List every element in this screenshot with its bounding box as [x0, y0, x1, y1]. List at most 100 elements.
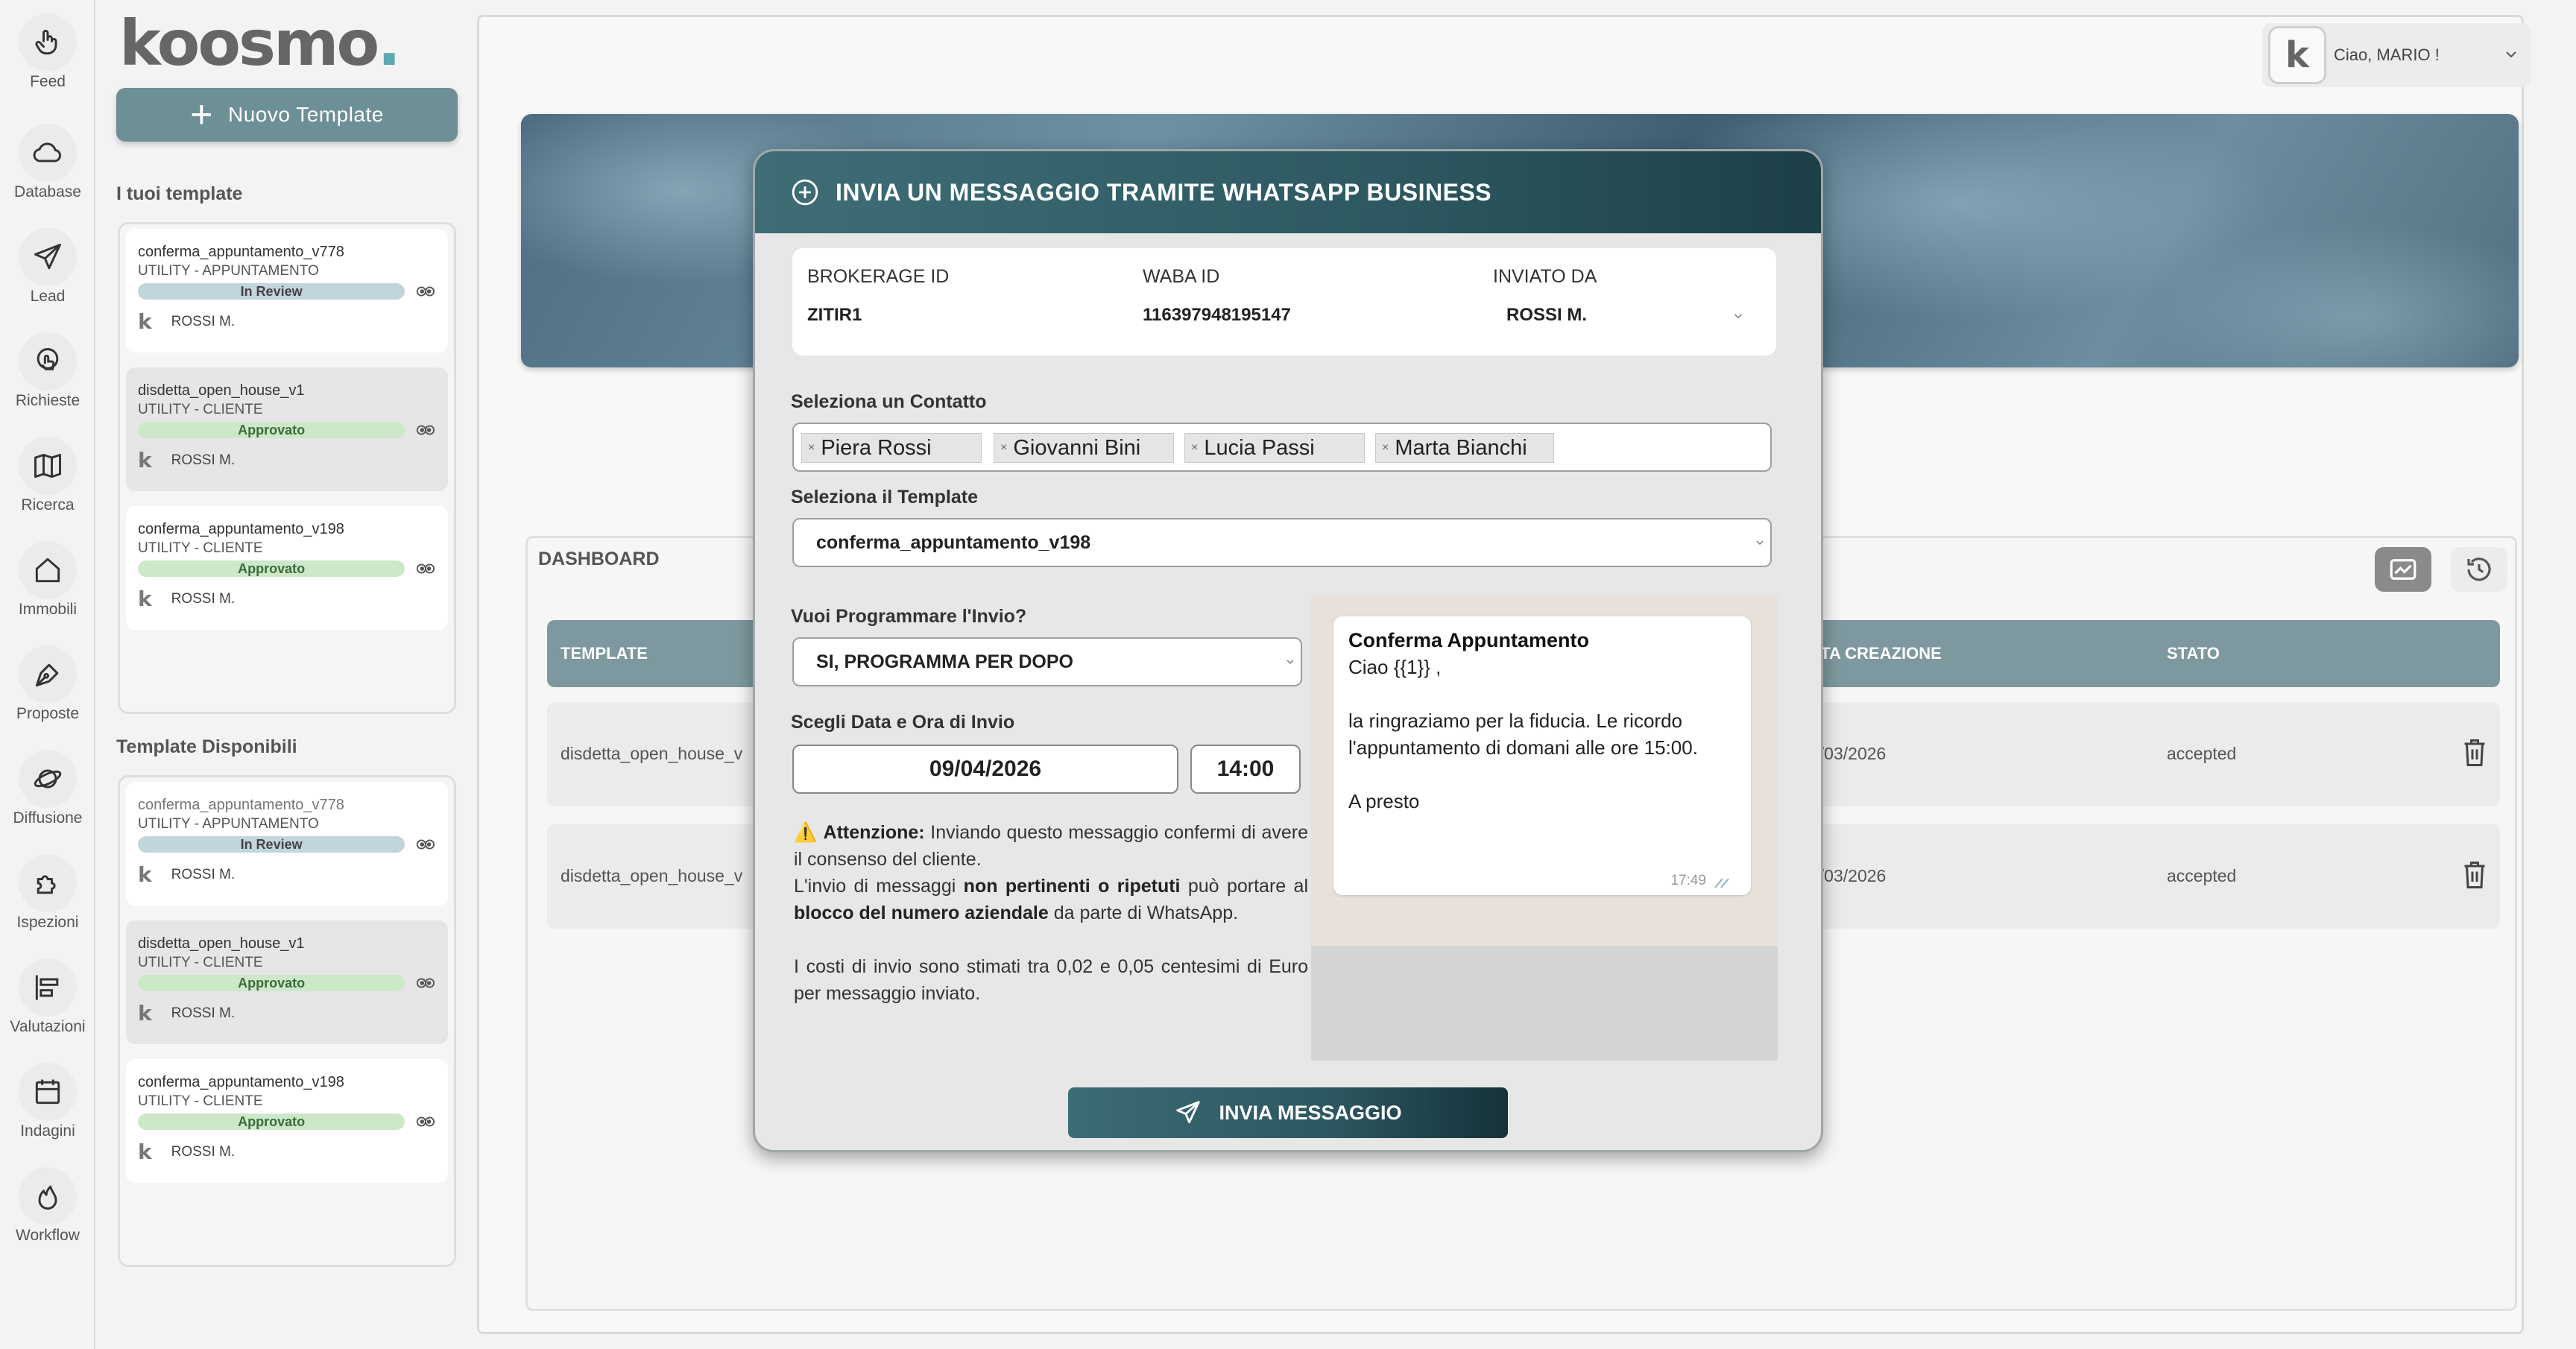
chevron-down-icon	[1287, 660, 1294, 664]
rail-label: Diffusione	[13, 809, 83, 827]
paper-plane-icon	[1176, 1101, 1201, 1124]
trash-icon[interactable]	[2461, 738, 2488, 768]
rail-item-feed[interactable]: Feed	[0, 13, 95, 103]
column-header-template: TEMPLATE	[561, 644, 648, 663]
warning-notice: ⚠️ Attenzione: Inviando questo messaggio…	[794, 819, 1308, 1007]
sent-by-select[interactable]: ROSSI M.	[1506, 305, 1587, 326]
rail-label: Indagini	[20, 1122, 75, 1140]
eye-icon[interactable]	[415, 560, 436, 578]
sent-by-label: INVIATO DA	[1493, 266, 1597, 287]
map-icon	[19, 437, 77, 495]
warning-text: può portare al	[1180, 876, 1309, 897]
warning-emphasis: non pertinenti o ripetuti	[963, 876, 1181, 897]
double-check-icon	[1714, 878, 1729, 888]
template-card[interactable]: conferma_appuntamento_v198 UTILITY - CLI…	[126, 506, 448, 630]
template-card[interactable]: disdetta_open_house_v1 UTILITY - CLIENTE…	[126, 367, 448, 491]
eye-icon[interactable]	[415, 974, 436, 992]
remove-tag-icon[interactable]: ×	[1382, 441, 1389, 455]
trash-icon[interactable]	[2461, 860, 2488, 890]
template-name: conferma_appuntamento_v198	[138, 1074, 344, 1090]
pen-nib-icon	[19, 645, 77, 704]
rail-item-indagini[interactable]: Indagini	[0, 1063, 95, 1152]
puzzle-icon	[19, 854, 77, 912]
rail-label: Workflow	[16, 1227, 80, 1244]
owner-avatar: k	[138, 1140, 152, 1164]
planet-icon	[19, 750, 77, 808]
rail-item-ispezioni[interactable]: Ispezioni	[0, 854, 95, 944]
whatsapp-send-modal: INVIA UN MESSAGGIO TRAMITE WHATSAPP BUSI…	[753, 149, 1823, 1152]
cell-status: accepted	[2167, 866, 2237, 885]
flame-icon	[19, 1167, 77, 1225]
chevron-down-icon[interactable]	[1731, 309, 1745, 323]
template-card[interactable]: conferma_appuntamento_v778 UTILITY - APP…	[126, 782, 448, 906]
waba-id-label: WABA ID	[1143, 266, 1220, 287]
schedule-select[interactable]: SI, PROGRAMMA PER DOPO	[792, 637, 1302, 686]
template-label: Seleziona il Template	[791, 487, 979, 508]
rail-label: Database	[14, 183, 81, 200]
contact-tag[interactable]: × Lucia Passi	[1184, 433, 1365, 463]
clock-history-icon	[2467, 557, 2491, 581]
template-select[interactable]: conferma_appuntamento_v198	[792, 518, 1772, 567]
rail-item-workflow[interactable]: Workflow	[0, 1167, 95, 1257]
rail-item-ricerca[interactable]: Ricerca	[0, 437, 95, 526]
cell-template: disdetta_open_house_v	[561, 866, 743, 885]
send-message-button[interactable]: INVIA MESSAGGIO	[1068, 1087, 1508, 1138]
line-chart-icon	[2390, 559, 2416, 580]
brokerage-id-value: ZITIR1	[807, 305, 862, 325]
warning-icon: ⚠️	[794, 822, 818, 843]
history-view-button[interactable]	[2451, 547, 2507, 592]
rail-item-valutazioni[interactable]: Valutazioni	[0, 958, 95, 1048]
app-logo: koosmo.	[119, 7, 401, 80]
rail-item-diffusione[interactable]: Diffusione	[0, 750, 95, 839]
rail-item-immobili[interactable]: Immobili	[0, 541, 95, 631]
eye-icon[interactable]	[415, 835, 436, 853]
warning-text: da parte di WhatsApp.	[1048, 903, 1239, 923]
template-type: UTILITY - CLIENTE	[138, 540, 263, 556]
rail-item-database[interactable]: Database	[0, 124, 95, 213]
template-name: conferma_appuntamento_v778	[138, 244, 344, 260]
chart-view-button[interactable]	[2375, 547, 2431, 592]
eye-icon[interactable]	[415, 282, 436, 300]
rail-item-lead[interactable]: Lead	[0, 228, 95, 317]
template-owner: ROSSI M.	[171, 1143, 236, 1160]
owner-avatar: k	[138, 1001, 152, 1026]
chevron-down-icon	[1756, 540, 1764, 545]
contact-tag[interactable]: × Giovanni Bini	[994, 433, 1174, 463]
home-icon	[19, 541, 77, 599]
template-card[interactable]: conferma_appuntamento_v778 UTILITY - APP…	[126, 229, 448, 353]
contact-tag-label: Giovanni Bini	[1013, 435, 1141, 460]
eye-icon[interactable]	[415, 1113, 436, 1131]
eye-icon[interactable]	[415, 421, 436, 439]
new-template-button[interactable]: + Nuovo Template	[116, 88, 458, 142]
waba-id-value: 116397948195147	[1143, 305, 1291, 325]
template-sidebar: koosmo. + Nuovo Template I tuoi template…	[97, 0, 470, 1349]
rail-item-richieste[interactable]: Richieste	[0, 332, 95, 422]
remove-tag-icon[interactable]: ×	[808, 441, 815, 455]
app-rail: Feed Database Lead Richieste Ricerca Imm…	[0, 0, 95, 1349]
status-badge: Approvato	[138, 975, 405, 991]
status-badge: Approvato	[138, 1113, 405, 1130]
warning-title: Attenzione:	[823, 822, 925, 843]
contact-select[interactable]: × Piera Rossi × Giovanni Bini × Lucia Pa…	[792, 423, 1772, 472]
time-input[interactable]: 14:00	[1190, 745, 1301, 794]
user-menu[interactable]: k Ciao, MARIO !	[2262, 23, 2531, 87]
template-owner: ROSSI M.	[171, 313, 236, 329]
template-name: disdetta_open_house_v1	[138, 382, 305, 399]
remove-tag-icon[interactable]: ×	[1191, 441, 1198, 455]
rail-label: Proposte	[16, 705, 80, 722]
owner-avatar: k	[138, 309, 152, 334]
rail-item-proposte[interactable]: Proposte	[0, 645, 95, 735]
template-type: UTILITY - APPUNTAMENTO	[138, 816, 319, 832]
template-card[interactable]: disdetta_open_house_v1 UTILITY - CLIENTE…	[126, 920, 448, 1044]
chevron-down-icon	[2506, 51, 2516, 58]
cost-notice: I costi di invio sono stimati tra 0,02 e…	[794, 956, 1308, 1004]
new-template-label: Nuovo Template	[228, 103, 384, 126]
status-badge: In Review	[138, 836, 405, 853]
status-badge: In Review	[138, 283, 405, 300]
contact-tag-label: Marta Bianchi	[1395, 435, 1527, 460]
contact-tag[interactable]: × Marta Bianchi	[1375, 433, 1554, 463]
remove-tag-icon[interactable]: ×	[1000, 441, 1007, 455]
contact-tag[interactable]: × Piera Rossi	[801, 433, 982, 463]
date-input[interactable]: 09/04/2026	[792, 745, 1178, 794]
template-card[interactable]: conferma_appuntamento_v198 UTILITY - CLI…	[126, 1059, 448, 1183]
